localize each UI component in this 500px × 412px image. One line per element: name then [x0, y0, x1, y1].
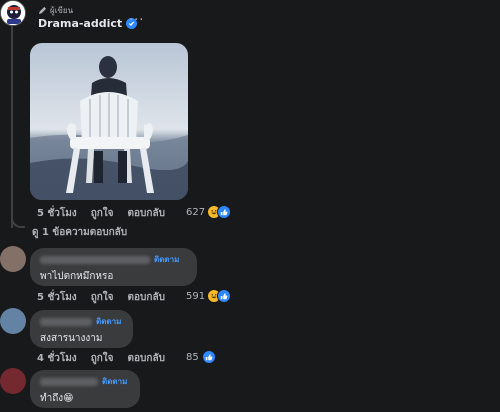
follow-button[interactable]: ติดตาม	[96, 315, 121, 328]
like-reaction-icon	[217, 289, 232, 303]
comment-header: ติดตาม	[40, 254, 187, 265]
like-button[interactable]: ถูกใจ	[91, 206, 114, 221]
like-button[interactable]: ถูกใจ	[91, 290, 114, 305]
comment-bubble: ติดตาม พาไปตกหมึกหรอ	[30, 248, 197, 286]
commenter-name-blurred	[40, 317, 92, 326]
reaction-count: 627	[186, 206, 206, 218]
author-badge: ผู้เขียน	[38, 4, 73, 17]
follow-button[interactable]: ติดตาม	[102, 375, 127, 388]
commenter-avatar[interactable]	[0, 368, 26, 394]
thread-line-curve	[11, 212, 25, 228]
commenter-name-blurred	[40, 377, 98, 386]
reaction-count: 85	[186, 351, 199, 363]
thread-line	[11, 26, 13, 228]
like-reaction-icon	[201, 350, 216, 364]
comment-actions: 5 ชั่วโมง ถูกใจ ตอบกลับ	[37, 290, 179, 305]
comment-reactions[interactable]: 85	[186, 350, 216, 364]
like-button[interactable]: ถูกใจ	[91, 351, 114, 366]
like-reaction-icon	[217, 205, 232, 219]
reply-button[interactable]: ตอบกลับ	[128, 351, 165, 366]
view-replies-link[interactable]: ดู 1 ข้อความตอบกลับ	[32, 225, 127, 240]
follow-button[interactable]: ติดตาม	[154, 253, 179, 266]
reaction-count: 591	[186, 290, 206, 302]
pencil-icon	[38, 6, 47, 15]
comment-bubble: ติดตาม ทำถึง😁	[30, 370, 140, 408]
comment-text: ทำถึง😁	[40, 393, 74, 404]
post-reactions[interactable]: 627	[186, 205, 232, 219]
reply-button[interactable]: ตอบกลับ	[128, 290, 165, 305]
post-image[interactable]	[30, 43, 188, 200]
comment-bubble: ติดตาม สงสารนางงาม	[30, 310, 133, 348]
comment-text: พาไปตกหมึกหรอ	[40, 271, 114, 282]
author-avatar[interactable]	[0, 0, 26, 26]
more-options-icon[interactable]: ···	[129, 13, 144, 28]
reply-button[interactable]: ตอบกลับ	[128, 206, 165, 221]
comment-header: ติดตาม	[40, 376, 130, 387]
commenter-name-blurred	[40, 255, 150, 264]
comment-timestamp[interactable]: 4 ชั่วโมง	[37, 351, 77, 366]
commenter-avatar[interactable]	[0, 246, 26, 272]
comment-timestamp[interactable]: 5 ชั่วโมง	[37, 290, 77, 305]
author-name-row: Drama-addict	[38, 17, 138, 30]
author-name[interactable]: Drama-addict	[38, 17, 122, 30]
comment-reactions[interactable]: 591	[186, 289, 232, 303]
comment-header: ติดตาม	[40, 316, 123, 327]
post-actions: 5 ชั่วโมง ถูกใจ ตอบกลับ	[37, 206, 179, 221]
comment-actions: 4 ชั่วโมง ถูกใจ ตอบกลับ	[37, 351, 179, 366]
comment-text: สงสารนางงาม	[40, 333, 103, 344]
author-badge-label: ผู้เขียน	[50, 6, 74, 15]
post-timestamp[interactable]: 5 ชั่วโมง	[37, 206, 77, 221]
commenter-avatar[interactable]	[0, 308, 26, 334]
